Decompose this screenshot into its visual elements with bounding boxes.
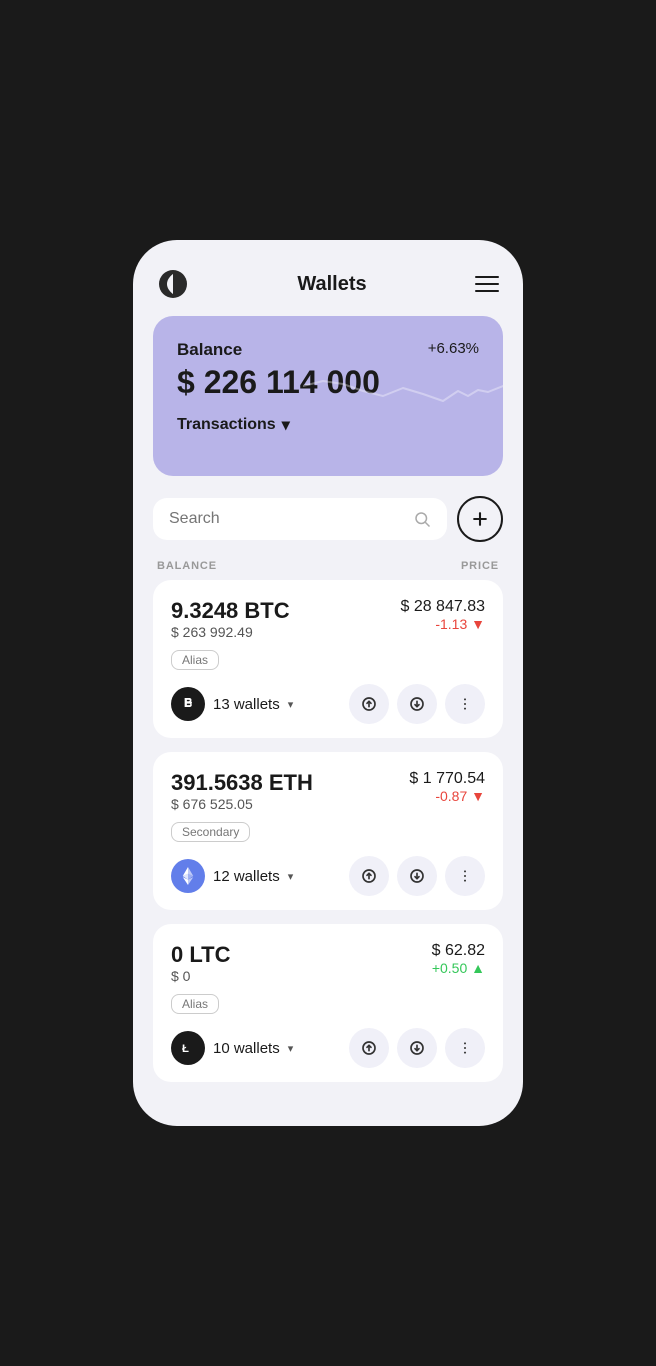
btc-change: -1.13 ▼ — [400, 616, 485, 632]
plus-icon — [470, 509, 490, 529]
eth-chevron-icon: ▾ — [288, 870, 294, 883]
btc-value: $ 263 992.49 — [171, 624, 290, 640]
page-title: Wallets — [297, 273, 366, 296]
btc-bottom: 13 wallets ▾ — [171, 684, 485, 724]
eth-value: $ 676 525.05 — [171, 796, 313, 812]
ltc-send-button[interactable] — [349, 1028, 389, 1068]
app-logo — [157, 268, 189, 300]
send-icon — [361, 868, 377, 884]
eth-receive-button[interactable] — [397, 856, 437, 896]
btc-more-button[interactable] — [445, 684, 485, 724]
eth-bottom: 12 wallets ▾ — [171, 856, 485, 896]
ltc-amount: 0 LTC — [171, 942, 230, 968]
ltc-more-button[interactable] — [445, 1028, 485, 1068]
btc-logo — [171, 687, 205, 721]
ltc-receive-button[interactable] — [397, 1028, 437, 1068]
ltc-logo: Ł — [171, 1031, 205, 1065]
btc-price: $ 28 847.83 — [400, 598, 485, 616]
btc-tag: Alias — [171, 650, 219, 670]
balance-header: BALANCE — [157, 560, 217, 572]
list-header: BALANCE PRICE — [133, 542, 523, 580]
btc-receive-button[interactable] — [397, 684, 437, 724]
balance-label: Balance — [177, 340, 242, 360]
menu-button[interactable] — [475, 276, 499, 292]
eth-actions — [349, 856, 485, 896]
transactions-label: Transactions — [177, 416, 276, 434]
eth-wallets[interactable]: 12 wallets ▾ — [171, 859, 293, 893]
chevron-down-icon: ▾ — [282, 415, 290, 435]
price-header: PRICE — [461, 560, 499, 572]
eth-wallet-count: 12 wallets — [213, 868, 280, 885]
balance-card: Balance +6.63% $ 226 114 000 Transaction… — [153, 316, 503, 476]
btc-chevron-icon: ▾ — [288, 698, 294, 711]
eth-card: 391.5638 ETH $ 676 525.05 $ 1 770.54 -0.… — [153, 752, 503, 910]
ltc-bottom: Ł 10 wallets ▾ — [171, 1028, 485, 1068]
btc-actions — [349, 684, 485, 724]
svg-text:Ł: Ł — [182, 1043, 189, 1055]
receive-icon — [409, 696, 425, 712]
add-wallet-button[interactable] — [457, 496, 503, 542]
send-icon — [361, 1040, 377, 1056]
btc-send-button[interactable] — [349, 684, 389, 724]
search-box — [153, 498, 447, 540]
ltc-chevron-icon: ▾ — [288, 1042, 294, 1055]
eth-change: -0.87 ▼ — [409, 788, 485, 804]
ltc-wallets[interactable]: Ł 10 wallets ▾ — [171, 1031, 293, 1065]
ltc-card: 0 LTC $ 0 $ 62.82 +0.50 ▲ Alias Ł 10 wal… — [153, 924, 503, 1082]
eth-amount: 391.5638 ETH — [171, 770, 313, 796]
eth-logo — [171, 859, 205, 893]
ltc-wallet-count: 10 wallets — [213, 1040, 280, 1057]
ltc-actions — [349, 1028, 485, 1068]
balance-chart — [303, 346, 503, 426]
ltc-value: $ 0 — [171, 968, 230, 984]
transactions-button[interactable]: Transactions ▾ — [177, 415, 290, 435]
eth-tag: Secondary — [171, 822, 250, 842]
ltc-tag: Alias — [171, 994, 219, 1014]
search-input[interactable] — [169, 510, 403, 528]
eth-send-button[interactable] — [349, 856, 389, 896]
eth-price: $ 1 770.54 — [409, 770, 485, 788]
ltc-change: +0.50 ▲ — [432, 960, 485, 976]
btc-wallet-count: 13 wallets — [213, 696, 280, 713]
more-icon — [457, 1040, 473, 1056]
btc-amount: 9.3248 BTC — [171, 598, 290, 624]
send-icon — [361, 696, 377, 712]
btc-card: 9.3248 BTC $ 263 992.49 $ 28 847.83 -1.1… — [153, 580, 503, 738]
search-row — [153, 496, 503, 542]
more-icon — [457, 868, 473, 884]
phone-container: Wallets Balance +6.63% $ 226 114 000 Tra… — [133, 240, 523, 1126]
receive-icon — [409, 868, 425, 884]
ltc-price: $ 62.82 — [432, 942, 485, 960]
btc-wallets[interactable]: 13 wallets ▾ — [171, 687, 293, 721]
header: Wallets — [133, 260, 523, 316]
more-icon — [457, 696, 473, 712]
eth-more-button[interactable] — [445, 856, 485, 896]
search-icon — [413, 510, 431, 528]
receive-icon — [409, 1040, 425, 1056]
